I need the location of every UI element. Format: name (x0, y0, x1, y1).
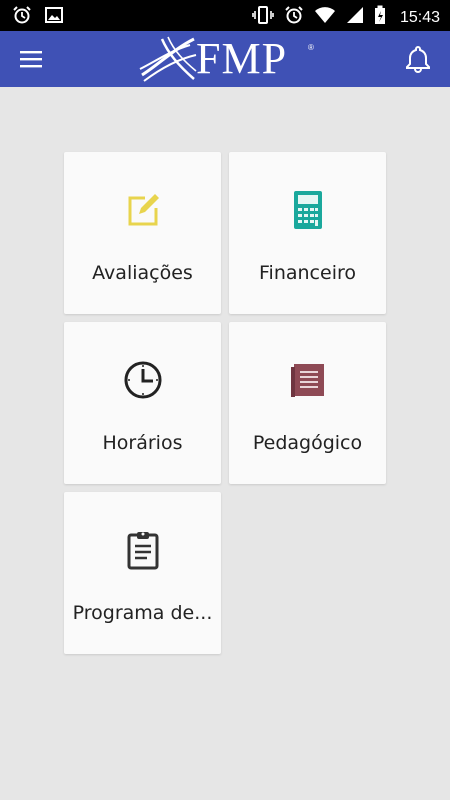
tile-pedagogico[interactable]: Pedagógico (229, 322, 386, 484)
hamburger-icon (18, 51, 44, 75)
tile-label: Financeiro (259, 262, 356, 284)
tile-programa[interactable]: Programa de... (64, 492, 221, 654)
tile-financeiro[interactable]: Financeiro (229, 152, 386, 314)
tile-label: Programa de... (72, 602, 213, 624)
tile-label: Horários (102, 432, 183, 454)
logo-swoosh-icon (139, 36, 197, 82)
brand-logo: FMP ® (138, 35, 318, 83)
calculator-icon (288, 190, 328, 230)
signal-icon (346, 5, 364, 30)
book-icon (288, 360, 328, 400)
clipboard-icon (123, 530, 163, 570)
tile-horarios[interactable]: Horários (64, 322, 221, 484)
clock-time: 15:43 (399, 8, 440, 26)
alarm-icon (284, 5, 304, 30)
battery-icon (374, 5, 386, 30)
vibrate-icon (252, 5, 274, 30)
clock-icon (123, 360, 163, 400)
app-bar: FMP ® (0, 31, 450, 87)
notifications-button[interactable] (404, 44, 432, 74)
tile-label: Pedagógico (252, 432, 363, 454)
menu-button[interactable] (18, 47, 44, 71)
edit-icon (123, 190, 163, 230)
brand-name: FMP (196, 34, 288, 83)
image-icon (44, 5, 64, 30)
wifi-icon (314, 5, 336, 30)
tile-label: Avaliações (92, 262, 193, 284)
tile-avaliacoes[interactable]: Avaliações (64, 152, 221, 314)
brand-registered-mark: ® (308, 43, 314, 52)
status-bar: 15:43 (0, 0, 450, 31)
bell-icon (404, 45, 432, 78)
alarm-icon (12, 5, 32, 30)
